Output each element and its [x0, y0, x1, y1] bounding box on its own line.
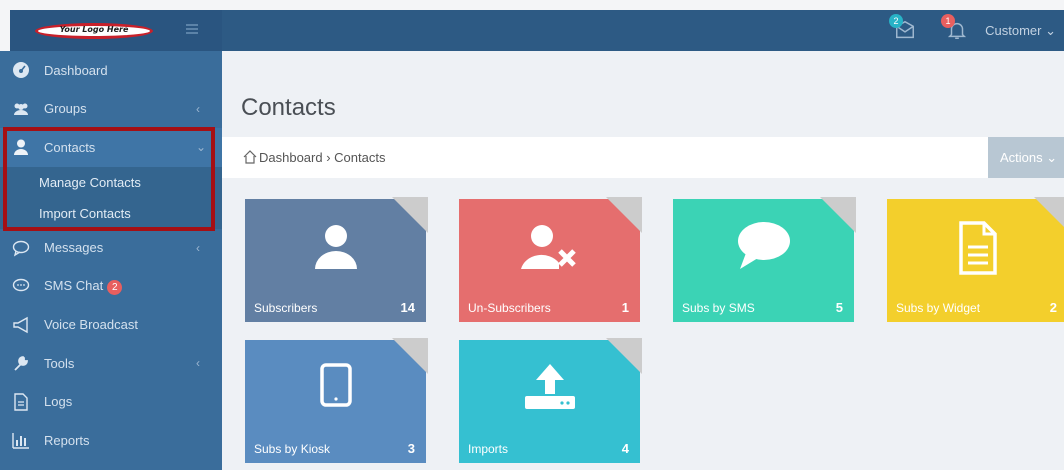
notifications-badge: 1 — [941, 14, 955, 28]
tile-label: Subs by SMS — [682, 301, 755, 315]
contacts-submenu: Manage Contacts Import Contacts — [0, 166, 222, 229]
tile-count: 14 — [400, 300, 415, 315]
speech-bubble-icon — [671, 221, 856, 276]
tile-label: Subs by Kiosk — [254, 442, 331, 456]
tile-count: 5 — [835, 300, 843, 315]
messages-badge: 2 — [889, 14, 903, 28]
chat-icon — [12, 277, 32, 295]
brand-logo[interactable]: Your Logo Here — [35, 23, 153, 39]
menu-toggle-icon[interactable] — [186, 24, 198, 36]
tile-count: 2 — [1049, 300, 1057, 315]
dashboard-icon — [12, 61, 32, 79]
actions-button[interactable]: Actions ⌄ — [988, 137, 1064, 178]
chevron-left-icon: ‹ — [196, 240, 200, 255]
logo-text: Your Logo Here — [59, 25, 129, 34]
tile-count: 1 — [621, 300, 629, 315]
sidebar-item-groups[interactable]: Groups ‹ — [0, 90, 222, 129]
sidebar-item-reports[interactable]: Reports — [0, 421, 222, 460]
wrench-icon — [12, 354, 32, 372]
megaphone-icon — [12, 316, 32, 334]
tablet-icon — [243, 362, 428, 413]
tile-count: 4 — [621, 441, 629, 456]
document-icon — [12, 393, 32, 411]
sidebar-item-tools[interactable]: Tools ‹ — [0, 344, 222, 383]
tile-imports[interactable]: Imports 4 — [457, 338, 642, 465]
sms-chat-badge: 2 — [107, 279, 123, 295]
sidebar-item-dashboard[interactable]: Dashboard — [0, 51, 222, 90]
bar-chart-icon — [12, 431, 32, 449]
sidebar-item-label: Voice Broadcast — [44, 317, 138, 333]
sidebar-item-label: Contacts — [44, 139, 96, 155]
document-icon — [885, 221, 1064, 280]
bell-icon[interactable]: 1 — [941, 14, 970, 43]
tile-subs-by-widget[interactable]: Subs by Widget 2 — [885, 197, 1064, 324]
top-navbar: Your Logo Here 2 1 Customer ⌄ — [10, 10, 1064, 51]
breadcrumb: Dashboard › Contacts Actions ⌄ — [222, 137, 1064, 178]
user-icon — [243, 221, 428, 276]
user-remove-icon — [457, 221, 642, 276]
speech-bubble-icon — [12, 239, 32, 257]
screen-margin-top — [0, 0, 1064, 10]
messages-icon[interactable]: 2 — [889, 14, 918, 43]
chevron-left-icon: ‹ — [196, 101, 200, 116]
upload-icon — [457, 362, 642, 417]
tile-subs-by-sms[interactable]: Subs by SMS 5 — [671, 197, 856, 324]
sidebar-item-label: Groups — [44, 101, 87, 117]
tile-label: Subs by Widget — [896, 301, 981, 315]
tile-subs-by-kiosk[interactable]: Subs by Kiosk 3 — [243, 338, 428, 465]
logo-area: Your Logo Here — [10, 10, 222, 51]
submenu-manage-contacts[interactable]: Manage Contacts — [0, 167, 222, 198]
breadcrumb-trail[interactable]: Dashboard › Contacts — [259, 150, 385, 165]
sidebar-item-label: Logs — [44, 394, 73, 410]
sidebar-item-messages[interactable]: Messages ‹ — [0, 229, 222, 268]
tile-subscribers[interactable]: Subscribers 14 — [243, 197, 428, 324]
user-menu[interactable]: Customer ⌄ — [985, 23, 1056, 39]
chevron-left-icon: ‹ — [196, 356, 200, 371]
tile-un-subscribers[interactable]: Un-Subscribers 1 — [457, 197, 642, 324]
sidebar-item-contacts[interactable]: Contacts ⌄ — [0, 128, 222, 167]
users-icon — [12, 100, 32, 118]
home-icon[interactable] — [243, 150, 257, 164]
page-title: Contacts — [241, 94, 336, 121]
sidebar-item-logs[interactable]: Logs — [0, 383, 222, 422]
sidebar-item-label: Messages — [44, 240, 104, 256]
sidebar-item-label: Tools — [44, 355, 75, 371]
tile-count: 3 — [407, 441, 415, 456]
sidebar-item-label: Dashboard — [44, 62, 108, 78]
sidebar: Dashboard Groups ‹ Contacts ⌄ Manage Con… — [0, 51, 222, 470]
tile-label: Subscribers — [254, 301, 318, 315]
sidebar-item-label: Reports — [44, 432, 90, 448]
chevron-down-icon: ⌄ — [196, 140, 207, 155]
tile-label: Imports — [468, 442, 509, 456]
sidebar-item-sms-chat[interactable]: SMS Chat 2 — [0, 267, 222, 306]
user-icon — [12, 138, 32, 156]
sidebar-item-label: SMS Chat 2 — [44, 278, 123, 295]
submenu-import-contacts[interactable]: Import Contacts — [0, 198, 222, 229]
sidebar-item-voice-broadcast[interactable]: Voice Broadcast — [0, 306, 222, 345]
tile-label: Un-Subscribers — [468, 301, 551, 315]
